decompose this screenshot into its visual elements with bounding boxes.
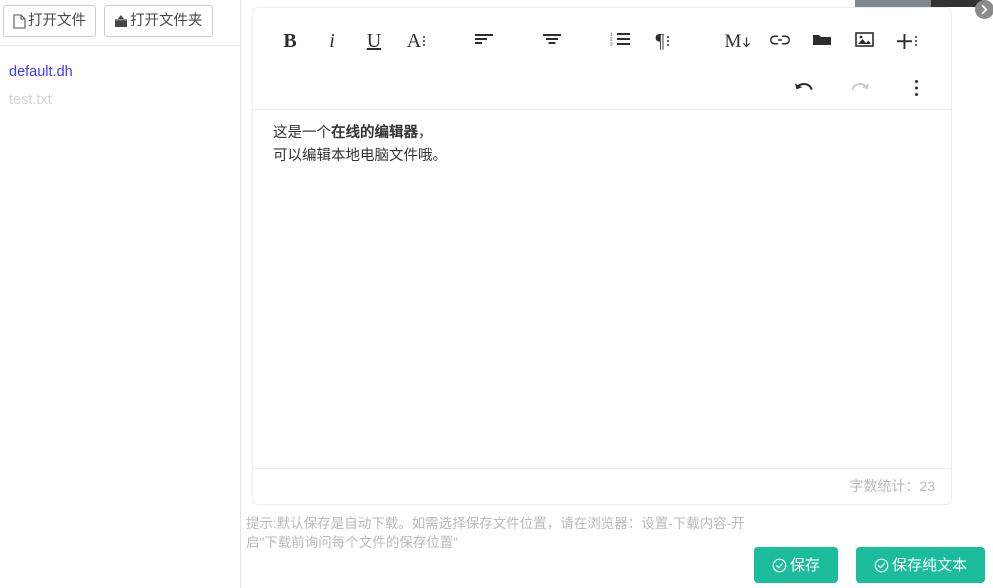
more-menu-button[interactable] — [899, 74, 933, 106]
action-buttons: 保存 保存纯文本 — [753, 547, 985, 583]
editor-toolbar: B i U A 1 2 3 ¶ M — [253, 8, 951, 109]
undo-button[interactable] — [787, 74, 821, 106]
underline-button[interactable]: U — [357, 25, 391, 57]
more-vertical-icon — [914, 79, 919, 101]
chevron-dots-icon — [914, 36, 917, 46]
check-circle-icon — [772, 558, 787, 573]
editor-line-1-text-a: 这是一个 — [273, 125, 331, 141]
sidebar-toolbar: 打开文件 打开文件夹 — [3, 5, 213, 37]
word-count-footer: 字数统计：23 — [253, 468, 951, 504]
image-button[interactable] — [847, 25, 881, 57]
font-size-icon: A — [407, 31, 426, 51]
link-button[interactable] — [763, 25, 797, 57]
font-style-button[interactable]: A — [399, 25, 433, 57]
list-item[interactable]: test.txt — [9, 86, 234, 114]
image-icon — [854, 31, 874, 51]
svg-text:3: 3 — [610, 42, 613, 47]
align-center-icon — [542, 31, 562, 51]
editor-panel: B i U A 1 2 3 ¶ M 这是一个在线的编辑器， 可以编辑本地电脑文件… — [252, 7, 952, 505]
open-file-button[interactable]: 打开文件 — [3, 5, 96, 37]
file-name: default.dh — [9, 64, 73, 80]
save-plain-text-button-label: 保存纯文本 — [891, 556, 967, 574]
redo-icon — [849, 80, 871, 100]
chevron-dots-icon — [666, 36, 669, 46]
save-plain-text-button[interactable]: 保存纯文本 — [855, 547, 985, 583]
toolbar-row-formatting: B i U A 1 2 3 ¶ M — [273, 25, 923, 57]
align-left-icon — [474, 31, 494, 51]
folder-button[interactable] — [805, 25, 839, 57]
editor-line-2: 可以编辑本地电脑文件哦。 — [273, 148, 447, 164]
markdown-icon: M — [725, 32, 752, 51]
chevron-right-circle-icon[interactable] — [975, 0, 993, 19]
open-folder-button[interactable]: 打开文件夹 — [104, 5, 213, 37]
file-list: default.dh test.txt — [9, 58, 234, 114]
redo-button[interactable] — [843, 74, 877, 106]
editor-line-1: 这是一个在线的编辑器， — [273, 122, 931, 144]
editor-textarea[interactable]: 这是一个在线的编辑器， 可以编辑本地电脑文件哦。 — [253, 110, 951, 468]
markdown-button[interactable]: M — [721, 25, 755, 57]
italic-icon: i — [329, 30, 335, 52]
folder-upload-icon — [114, 14, 128, 29]
paragraph-button[interactable]: ¶ — [645, 25, 679, 57]
insert-more-button[interactable] — [889, 25, 923, 57]
paragraph-icon: ¶ — [655, 31, 669, 51]
open-file-label: 打开文件 — [28, 12, 86, 29]
open-folder-label: 打开文件夹 — [130, 12, 203, 29]
editor-line-1-bold: 在线的编辑器 — [331, 125, 418, 141]
check-circle-icon — [874, 558, 889, 573]
word-count-label: 字数统计：23 — [849, 478, 935, 494]
file-name: test.txt — [9, 92, 52, 108]
ordered-list-button[interactable]: 1 2 3 — [603, 25, 637, 57]
link-icon — [769, 31, 791, 51]
underline-icon: U — [366, 30, 382, 52]
list-item[interactable]: default.dh — [9, 58, 234, 86]
undo-icon — [793, 80, 815, 100]
editor-line-1-text-b: ， — [418, 125, 433, 141]
align-center-button[interactable] — [535, 25, 569, 57]
save-hint-text: 提示:默认保存是自动下载。如需选择保存文件位置，请在浏览器：设置-下载内容-开启… — [246, 516, 745, 550]
chevron-dots-icon — [423, 36, 426, 46]
bold-button[interactable]: B — [273, 25, 307, 57]
save-button-label: 保存 — [789, 556, 820, 574]
save-button[interactable]: 保存 — [753, 547, 838, 583]
file-icon — [13, 13, 26, 29]
plus-icon — [896, 33, 917, 50]
toolbar-row-history — [787, 74, 933, 106]
align-left-button[interactable] — [467, 25, 501, 57]
italic-button[interactable]: i — [315, 25, 349, 57]
folder-icon — [812, 31, 832, 51]
sidebar: 打开文件 打开文件夹 default.dh test.txt — [0, 0, 241, 588]
ordered-list-icon: 1 2 3 — [610, 31, 631, 51]
sidebar-divider — [0, 45, 241, 46]
bold-icon: B — [283, 30, 297, 52]
